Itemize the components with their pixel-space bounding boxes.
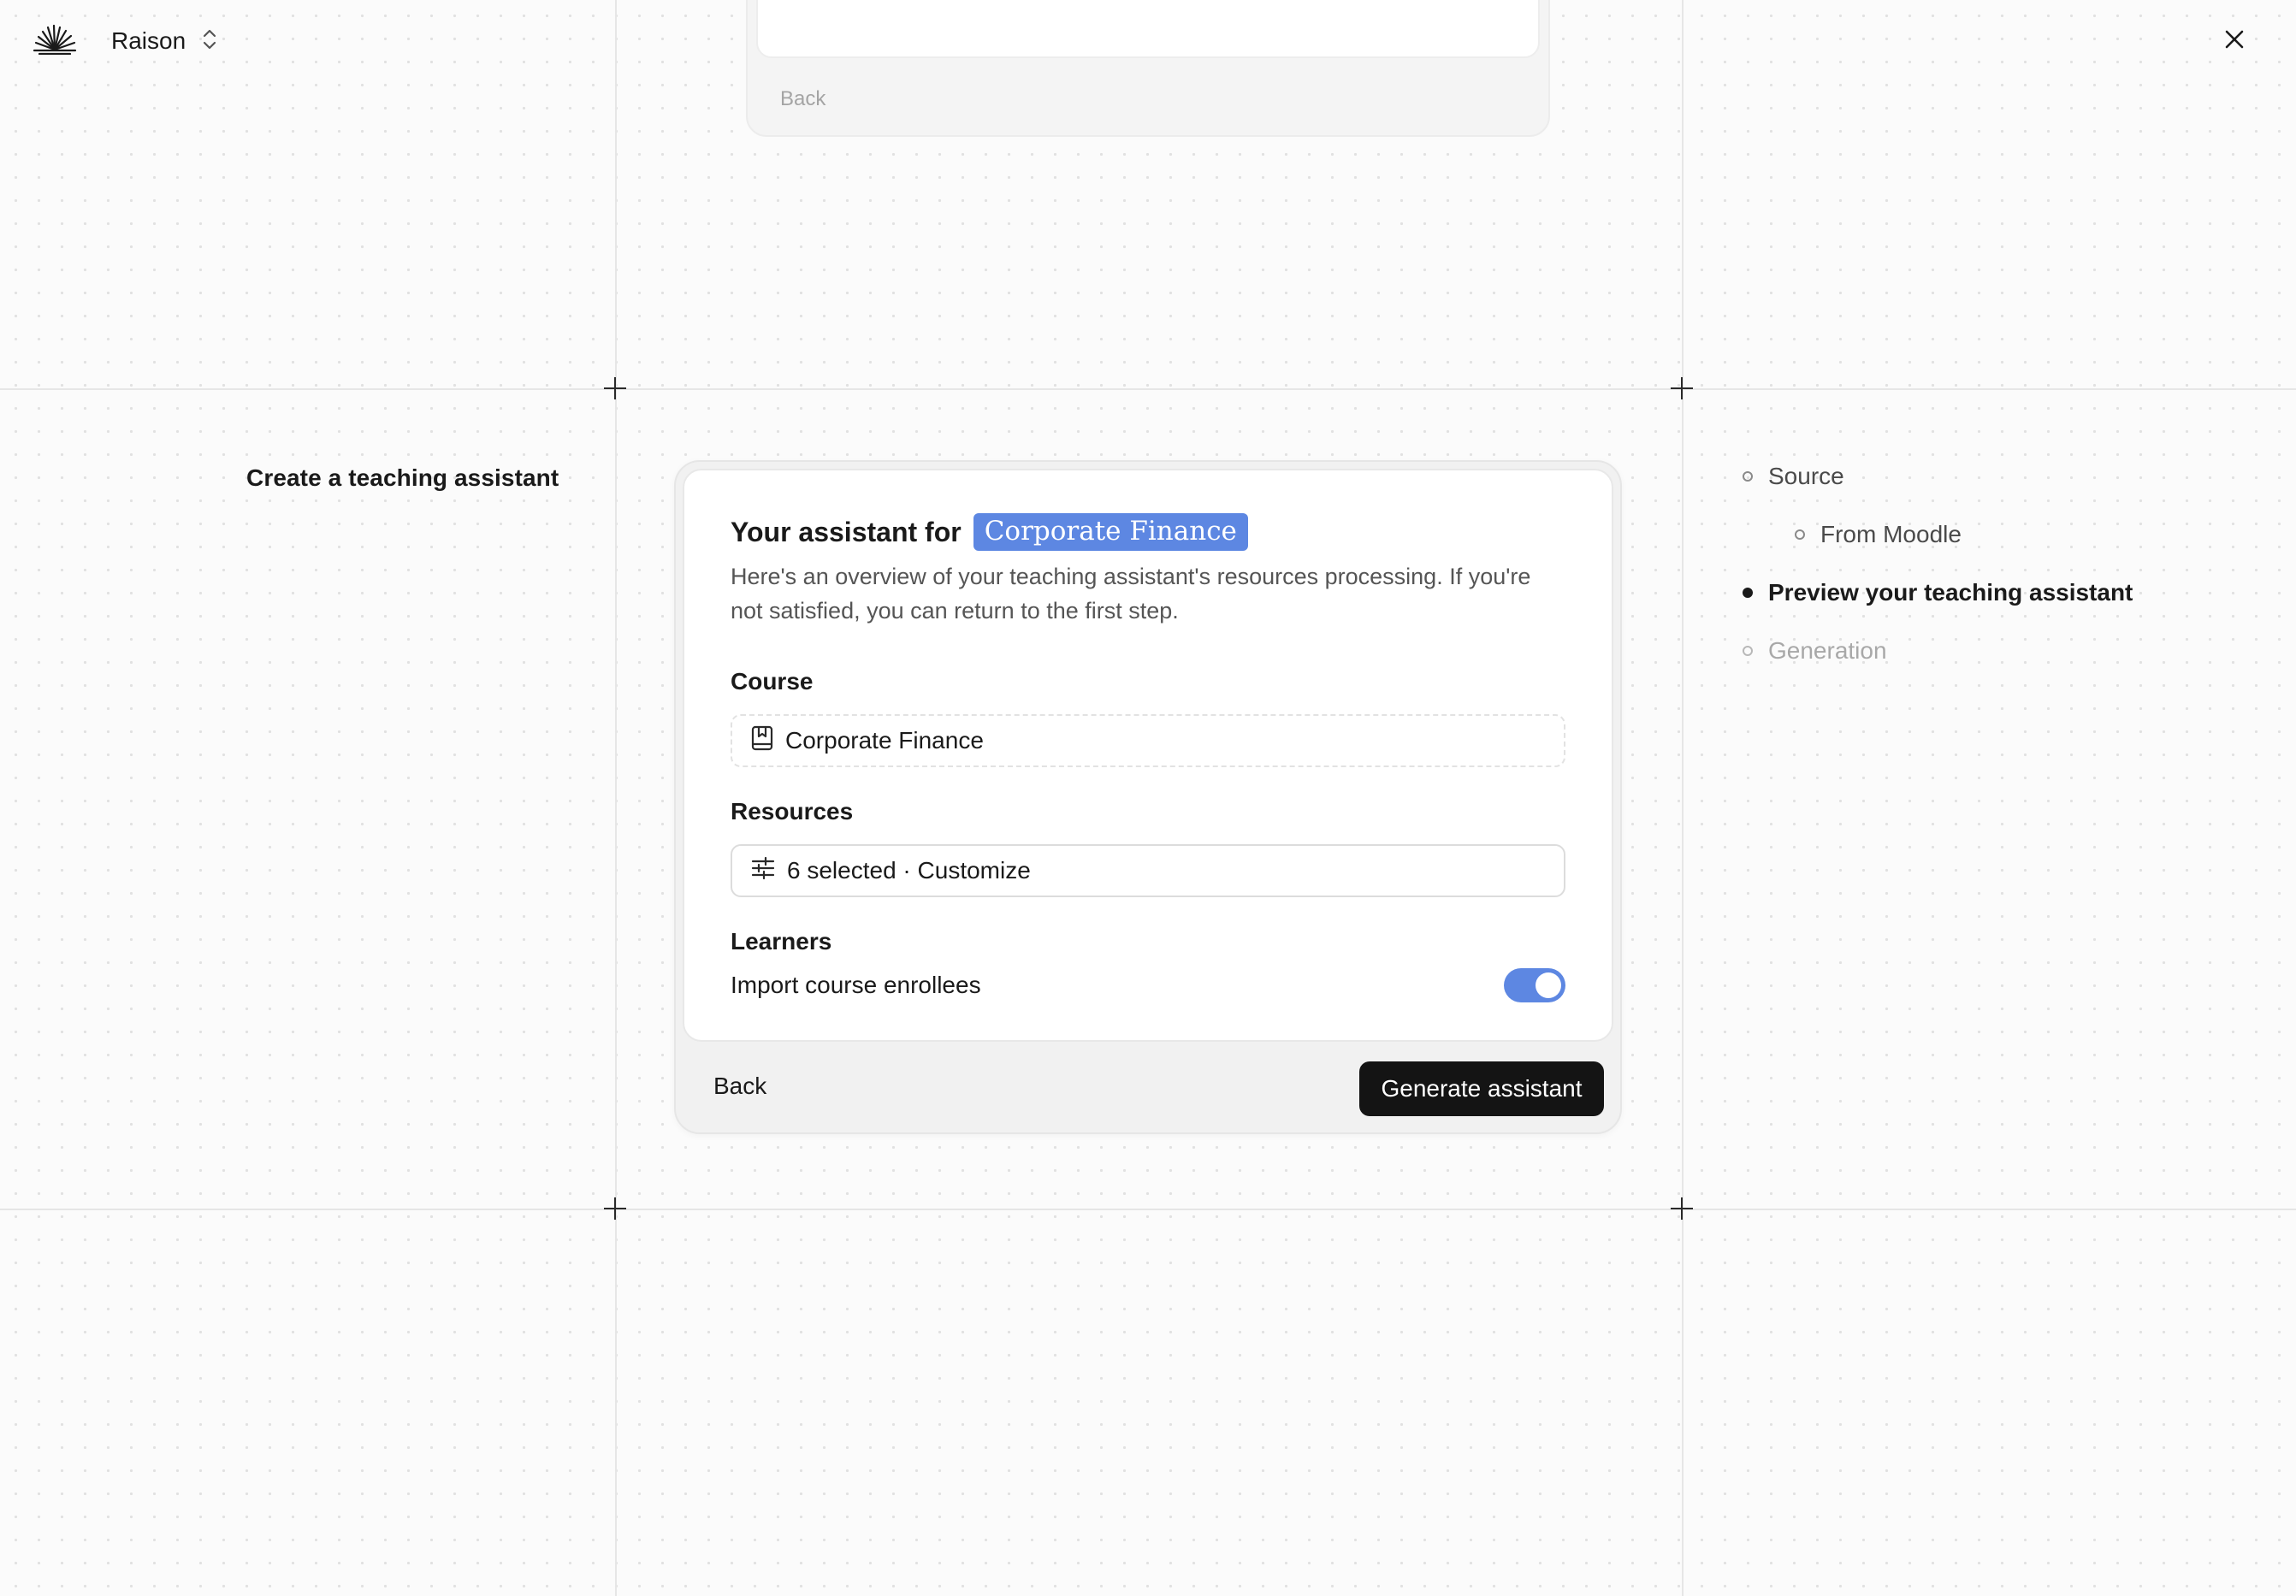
resources-customize-button[interactable]: 6 selected · Customize bbox=[731, 844, 1565, 897]
step-source[interactable]: Source bbox=[1743, 463, 1844, 490]
crosshair-marker bbox=[1671, 377, 1693, 399]
crosshair-marker bbox=[1671, 1197, 1693, 1220]
chevron-up-down-icon bbox=[201, 27, 218, 56]
course-name-chip: Corporate Finance bbox=[973, 513, 1248, 551]
card-heading-prefix: Your assistant for bbox=[731, 516, 962, 547]
sliders-icon bbox=[751, 856, 775, 886]
step-status-icon bbox=[1743, 471, 1753, 482]
back-button[interactable]: Back bbox=[700, 1059, 780, 1114]
course-field-value: Corporate Finance bbox=[785, 727, 984, 754]
toggle-knob bbox=[1536, 972, 1561, 998]
course-section-label: Course bbox=[731, 668, 814, 695]
course-field: Corporate Finance bbox=[731, 714, 1565, 767]
resources-section-label: Resources bbox=[731, 798, 854, 825]
step-from-moodle[interactable]: From Moodle bbox=[1795, 521, 1962, 548]
canvas-guide-vertical bbox=[1682, 0, 1684, 1596]
previous-step-card: Back bbox=[746, 0, 1550, 137]
workspace-switcher[interactable]: Raison bbox=[111, 22, 218, 60]
step-generation: Generation bbox=[1743, 637, 1887, 665]
crosshair-marker bbox=[604, 377, 626, 399]
resources-field-value: 6 selected · Customize bbox=[787, 857, 1031, 884]
step-status-icon bbox=[1743, 588, 1753, 598]
step-label: Source bbox=[1768, 463, 1844, 489]
workspace-name: Raison bbox=[111, 27, 186, 54]
step-label: Preview your teaching assistant bbox=[1768, 579, 2133, 606]
page-title: Create a teaching assistant bbox=[246, 464, 559, 491]
canvas-guide-horizontal bbox=[0, 388, 2296, 390]
import-enrollees-toggle[interactable] bbox=[1504, 968, 1565, 1002]
import-enrollees-label: Import course enrollees bbox=[731, 972, 981, 998]
assistant-preview-card-body: Your assistant for Corporate Finance Her… bbox=[683, 469, 1613, 1042]
canvas-guide-vertical bbox=[615, 0, 617, 1596]
card-description: Here's an overview of your teaching assi… bbox=[731, 564, 1531, 624]
previous-step-card-body bbox=[756, 0, 1540, 58]
step-status-icon bbox=[1795, 529, 1805, 540]
assistant-preview-card: Your assistant for Corporate Finance Her… bbox=[674, 460, 1622, 1134]
generate-assistant-button[interactable]: Generate assistant bbox=[1359, 1061, 1604, 1116]
book-icon bbox=[751, 725, 773, 757]
card-heading: Your assistant for Corporate Finance bbox=[731, 513, 1248, 551]
step-status-icon bbox=[1743, 646, 1753, 656]
step-preview[interactable]: Preview your teaching assistant bbox=[1743, 579, 2133, 606]
crosshair-marker bbox=[604, 1197, 626, 1220]
learners-section-label: Learners bbox=[731, 928, 832, 955]
raison-logo-icon bbox=[33, 24, 77, 56]
step-label: From Moodle bbox=[1820, 521, 1962, 547]
close-button[interactable] bbox=[2217, 24, 2252, 58]
canvas-guide-horizontal bbox=[0, 1209, 2296, 1210]
step-label: Generation bbox=[1768, 637, 1887, 664]
import-enrollees-row: Import course enrollees bbox=[731, 966, 1565, 1004]
previous-back-button[interactable]: Back bbox=[780, 87, 825, 111]
close-icon bbox=[2224, 29, 2245, 54]
